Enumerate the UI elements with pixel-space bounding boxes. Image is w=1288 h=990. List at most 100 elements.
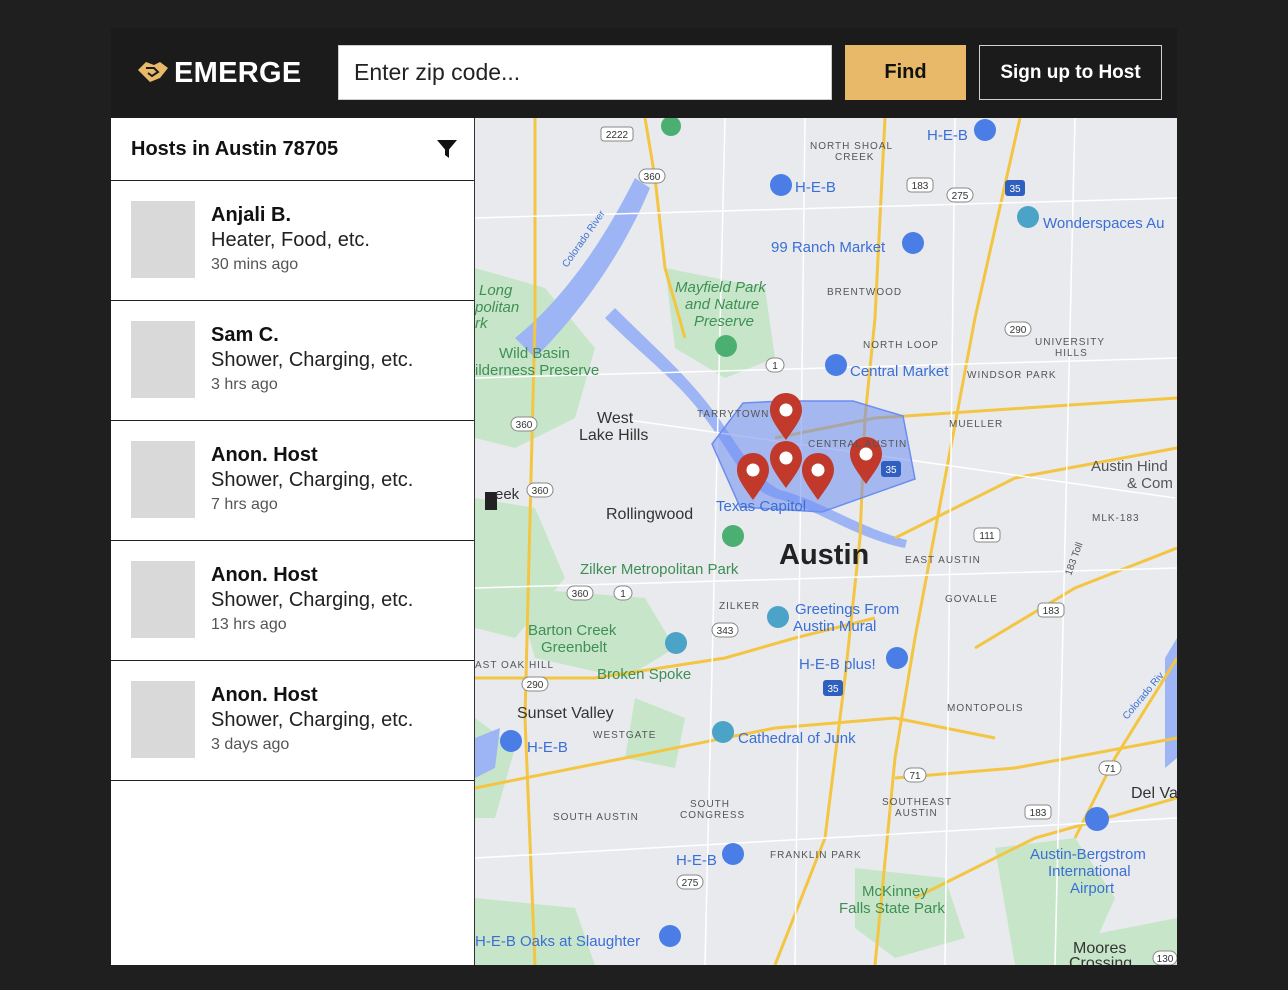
- map-label: H-E-B Oaks at Slaughter: [475, 933, 640, 950]
- shopping-cart-icon[interactable]: [886, 647, 908, 669]
- map-label: CREEK: [835, 152, 874, 163]
- map-label: H-E-B: [676, 852, 717, 869]
- host-services: Shower, Charging, etc.: [211, 709, 414, 731]
- map-label: Central Market: [850, 363, 949, 380]
- shopping-cart-icon[interactable]: [974, 119, 996, 141]
- map-label: Rollingwood: [606, 506, 693, 523]
- host-time: 7 hrs ago: [211, 496, 278, 513]
- park-icon[interactable]: [715, 335, 737, 357]
- shield-label: 183: [1043, 606, 1060, 617]
- map-label: H-E-B: [527, 739, 568, 756]
- shopping-cart-icon[interactable]: [825, 354, 847, 376]
- map-label: West: [597, 410, 634, 427]
- map-label: eek: [495, 486, 520, 503]
- map-label: Cathedral of Junk: [738, 730, 856, 747]
- host-time: 30 mins ago: [211, 256, 299, 273]
- app: EMERGE Find Sign up to Host Hosts in Aus…: [111, 28, 1177, 965]
- map-label: Zilker Metropolitan Park: [580, 561, 739, 578]
- shield-label: 360: [644, 172, 661, 183]
- airport-icon[interactable]: [1085, 807, 1109, 831]
- host-list: Anjali B. Heater, Food, etc. 30 mins ago…: [111, 181, 474, 781]
- map-label: 99 Ranch Market: [771, 239, 886, 256]
- map-label: Del Va: [1131, 785, 1177, 802]
- map-label: GOVALLE: [945, 594, 998, 605]
- map-label: EAST AUSTIN: [905, 555, 981, 566]
- map-label: Barton Creek: [528, 622, 617, 639]
- map-label: Airport: [1070, 880, 1115, 897]
- map-view[interactable]: 2222 360 183 275 35 290 1 360 35 360 111…: [475, 118, 1177, 965]
- map-label: HILLS: [1055, 348, 1088, 359]
- map-label: CENTRAL AUSTIN: [808, 439, 907, 450]
- host-services: Heater, Food, etc.: [211, 229, 370, 251]
- map-label: Greenbelt: [541, 639, 608, 656]
- host-list-item[interactable]: Anjali B. Heater, Food, etc. 30 mins ago: [111, 181, 474, 301]
- camera-icon[interactable]: [1017, 206, 1039, 228]
- host-name: Anon. Host: [211, 564, 318, 586]
- map-label: WESTGATE: [593, 730, 656, 741]
- shopping-cart-icon[interactable]: [500, 730, 522, 752]
- map-label: NORTH LOOP: [863, 340, 939, 351]
- filter-icon[interactable]: [436, 138, 458, 160]
- host-list-item[interactable]: Anon. Host Shower, Charging, etc. 3 days…: [111, 661, 474, 781]
- map-label: and Nature: [685, 296, 759, 313]
- shield-label: 71: [1104, 764, 1116, 775]
- shield-label: 290: [527, 680, 544, 691]
- shopping-cart-icon[interactable]: [659, 925, 681, 947]
- shield-label: 1: [620, 589, 626, 600]
- host-info: Anon. Host Shower, Charging, etc. 7 hrs …: [211, 443, 413, 516]
- map-label: Falls State Park: [839, 900, 945, 917]
- host-info: Anon. Host Shower, Charging, etc. 3 days…: [211, 683, 413, 756]
- map-label: AUSTIN: [895, 808, 938, 819]
- map-label: Austin Hind: [1091, 458, 1168, 475]
- map-label: rk: [475, 315, 489, 332]
- shield-label: 275: [682, 878, 699, 889]
- shield-label: 275: [952, 191, 969, 202]
- map-label: AST OAK HILL: [475, 660, 554, 671]
- host-name: Anon. Host: [211, 444, 318, 466]
- hosts-sidebar: Hosts in Austin 78705 Anjali B. Heater, …: [111, 118, 475, 965]
- map-label: Broken Spoke: [597, 666, 691, 683]
- host-thumbnail: [131, 561, 195, 638]
- map-label: Preserve: [694, 313, 754, 330]
- host-info: Anjali B. Heater, Food, etc. 30 mins ago: [211, 203, 370, 276]
- host-services: Shower, Charging, etc.: [211, 349, 414, 371]
- map-label: Greetings From: [795, 601, 899, 618]
- shopping-cart-icon[interactable]: [902, 232, 924, 254]
- shield-label: 183: [912, 181, 929, 192]
- host-name: Anon. Host: [211, 684, 318, 706]
- host-name: Sam C.: [211, 324, 279, 346]
- map-label: Wonderspaces Au: [1043, 215, 1164, 232]
- art-icon[interactable]: [712, 721, 734, 743]
- zip-code-input[interactable]: [338, 45, 832, 100]
- map-label: WINDSOR PARK: [967, 370, 1057, 381]
- map-label: BRENTWOOD: [827, 287, 902, 298]
- shopping-cart-icon[interactable]: [770, 174, 792, 196]
- host-list-item[interactable]: Anon. Host Shower, Charging, etc. 13 hrs…: [111, 541, 474, 661]
- camera-icon[interactable]: [767, 606, 789, 628]
- host-list-item[interactable]: Sam C. Shower, Charging, etc. 3 hrs ago: [111, 301, 474, 421]
- host-thumbnail: [131, 201, 195, 278]
- host-services: Shower, Charging, etc.: [211, 469, 414, 491]
- host-time: 3 days ago: [211, 736, 290, 753]
- logo[interactable]: EMERGE: [136, 56, 302, 91]
- bar-icon[interactable]: [665, 632, 687, 654]
- map-label: NORTH SHOAL: [810, 141, 893, 152]
- shield-label: 183: [1030, 808, 1047, 819]
- host-list-item[interactable]: Anon. Host Shower, Charging, etc. 7 hrs …: [111, 421, 474, 541]
- map-label: Austin Mural: [793, 618, 876, 635]
- shield-label: 111: [979, 531, 995, 542]
- shield-label: 35: [885, 465, 897, 476]
- find-button[interactable]: Find: [845, 45, 966, 100]
- map-canvas[interactable]: 2222 360 183 275 35 290 1 360 35 360 111…: [475, 118, 1177, 965]
- map-label: & Com: [1127, 475, 1173, 492]
- sign-up-host-button[interactable]: Sign up to Host: [979, 45, 1162, 100]
- map-label: International: [1048, 863, 1131, 880]
- map-label: Sunset Valley: [517, 705, 614, 722]
- map-label: SOUTH AUSTIN: [553, 812, 639, 823]
- park-icon[interactable]: [722, 525, 744, 547]
- shield-label: 360: [572, 589, 589, 600]
- map-label: FRANKLIN PARK: [770, 850, 862, 861]
- shopping-cart-icon[interactable]: [722, 843, 744, 865]
- handshake-icon: [136, 56, 170, 91]
- map-label: Wild Basin: [499, 345, 570, 362]
